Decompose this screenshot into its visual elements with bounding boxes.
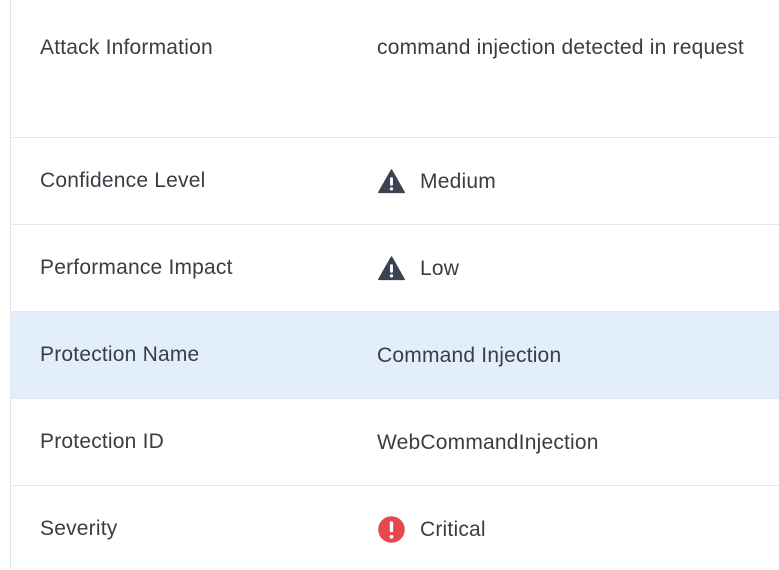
detail-value: Command Injection	[377, 344, 562, 367]
warning-triangle-icon	[377, 167, 406, 196]
detail-row-protection-id: Protection ID WebCommandInjection	[11, 399, 779, 486]
warning-triangle-icon	[377, 254, 406, 283]
detail-value: Critical	[420, 518, 486, 541]
detail-row-severity: Severity Critical	[11, 486, 779, 570]
detail-label: Protection ID	[40, 430, 164, 453]
detail-row-protection-name[interactable]: Protection Name Command Injection	[11, 312, 779, 399]
detail-label: Protection Name	[40, 343, 200, 366]
detail-value: command injection detected in request	[377, 36, 744, 59]
detail-row-attack-information: Attack Information command injection det…	[11, 0, 779, 138]
detail-value-group: Low	[377, 245, 759, 292]
detail-label: Attack Information	[40, 36, 213, 59]
detail-value: Low	[420, 257, 460, 280]
detail-label: Confidence Level	[40, 169, 206, 192]
detail-label: Severity	[40, 517, 118, 540]
details-panel: Attack Information command injection det…	[10, 0, 779, 569]
detail-value-group: Medium	[377, 158, 759, 205]
detail-value-group: Critical	[377, 506, 759, 553]
detail-value: WebCommandInjection	[377, 431, 599, 454]
detail-label: Performance Impact	[40, 256, 233, 279]
detail-row-performance-impact: Performance Impact Low	[11, 225, 779, 312]
critical-alert-icon	[377, 515, 406, 544]
detail-value: Medium	[420, 170, 496, 193]
detail-row-confidence-level: Confidence Level Medium	[11, 138, 779, 225]
